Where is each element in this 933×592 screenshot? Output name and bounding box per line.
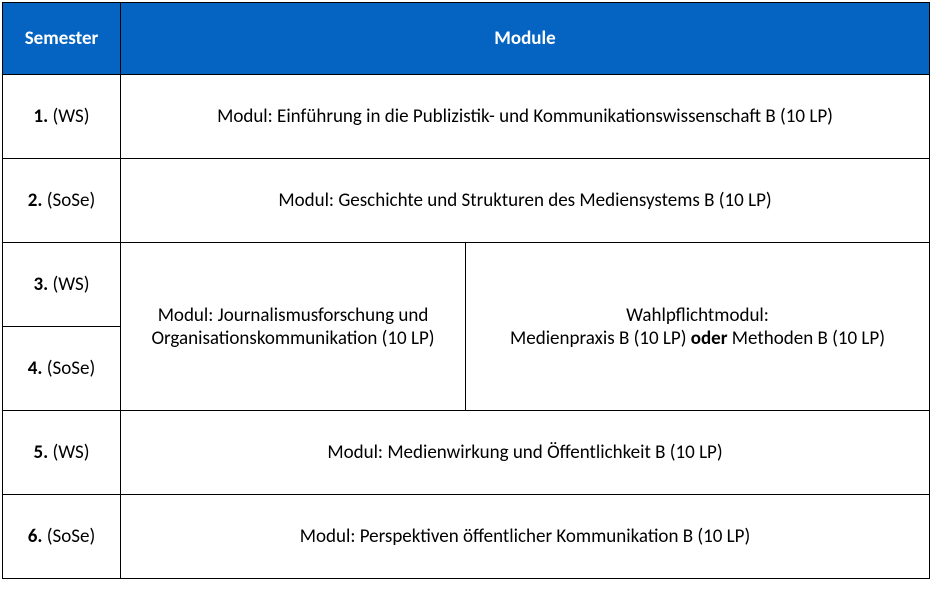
table-row: 3. (WS) Modul: Journalismusforschung und… <box>3 243 930 327</box>
semester-number: 3. <box>33 273 48 296</box>
module-left-cell: Modul: Journalismusforschung und Organis… <box>121 243 466 411</box>
module-right-cell: Wahlpflichtmodul: Medienpraxis B (10 LP)… <box>466 243 930 411</box>
module-cell: Modul: Medienwirkung und Öffentlichkeit … <box>121 411 930 495</box>
semester-number: 6. <box>28 525 43 548</box>
semester-term: (WS) <box>48 441 89 464</box>
semester-term: (SoSe) <box>42 357 95 380</box>
table-row: 5. (WS) Modul: Medienwirkung und Öffentl… <box>3 411 930 495</box>
semester-term: (WS) <box>48 273 89 296</box>
semester-cell: 4. (SoSe) <box>3 327 121 411</box>
module-right-line2a: Medienpraxis B (10 LP) <box>510 327 691 350</box>
semester-cell: 2. (SoSe) <box>3 159 121 243</box>
semester-term: (WS) <box>48 105 89 128</box>
header-row: Semester Module <box>3 3 930 75</box>
header-module: Module <box>121 3 930 75</box>
semester-term: (SoSe) <box>42 525 95 548</box>
table-row: 2. (SoSe) Modul: Geschichte und Struktur… <box>3 159 930 243</box>
module-right-bold: oder <box>691 327 728 350</box>
module-right-line2b: Methoden B (10 LP) <box>728 327 885 350</box>
semester-term: (SoSe) <box>42 189 95 212</box>
semester-number: 5. <box>33 441 48 464</box>
module-right-line1: Wahlpflichtmodul: <box>626 304 769 327</box>
header-semester: Semester <box>3 3 121 75</box>
semester-number: 1. <box>33 105 48 128</box>
semester-cell: 6. (SoSe) <box>3 495 121 579</box>
module-cell: Modul: Geschichte und Strukturen des Med… <box>121 159 930 243</box>
table-row: 1. (WS) Modul: Einführung in die Publizi… <box>3 75 930 159</box>
semester-cell: 1. (WS) <box>3 75 121 159</box>
table-row: 6. (SoSe) Modul: Perspektiven öffentlich… <box>3 495 930 579</box>
semester-number: 2. <box>28 189 43 212</box>
semester-number: 4. <box>28 357 43 380</box>
module-cell: Modul: Einführung in die Publizistik- un… <box>121 75 930 159</box>
module-cell: Modul: Perspektiven öffentlicher Kommuni… <box>121 495 930 579</box>
semester-cell: 3. (WS) <box>3 243 121 327</box>
semester-cell: 5. (WS) <box>3 411 121 495</box>
module-plan-table: Semester Module 1. (WS) Modul: Einführun… <box>2 2 930 579</box>
